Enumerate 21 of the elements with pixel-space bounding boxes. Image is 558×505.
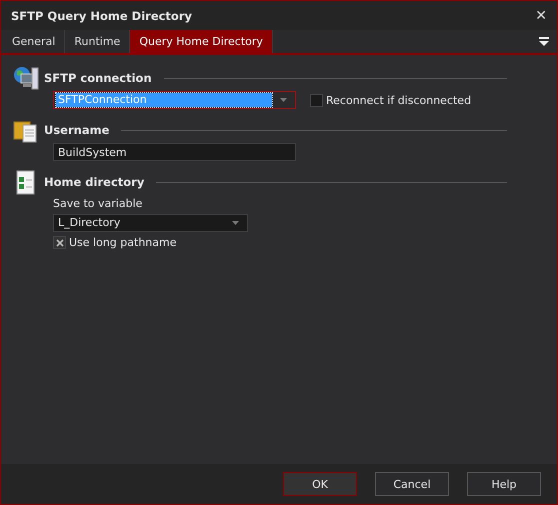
caret-icon <box>232 221 239 225</box>
field-label: Save to variable <box>53 197 144 210</box>
caret-icon <box>280 98 287 102</box>
menu-icon[interactable] <box>539 37 549 46</box>
checkbox[interactable] <box>53 236 66 249</box>
dialog-button[interactable]: OK <box>283 472 357 496</box>
checkbox[interactable] <box>310 94 323 106</box>
tab[interactable]: General <box>3 30 66 53</box>
section-title: SFTP connection <box>44 71 152 85</box>
dialog-button[interactable]: Cancel <box>375 472 449 496</box>
section-title: Home directory <box>44 175 144 189</box>
dropdown[interactable]: L_Directory <box>53 214 248 232</box>
input-field[interactable]: BuildSystem <box>53 143 296 161</box>
section-title: Username <box>44 123 110 137</box>
close-button[interactable]: ✕ <box>531 8 551 24</box>
checkbox-label: Use long pathname <box>69 236 176 249</box>
network-computer-icon <box>13 65 39 91</box>
checkbox-label: Reconnect if disconnected <box>326 94 472 106</box>
tab[interactable]: Query Home Directory <box>130 30 273 53</box>
dialog-button[interactable]: Help <box>467 472 541 496</box>
window-title: SFTP Query Home Directory <box>11 8 194 22</box>
